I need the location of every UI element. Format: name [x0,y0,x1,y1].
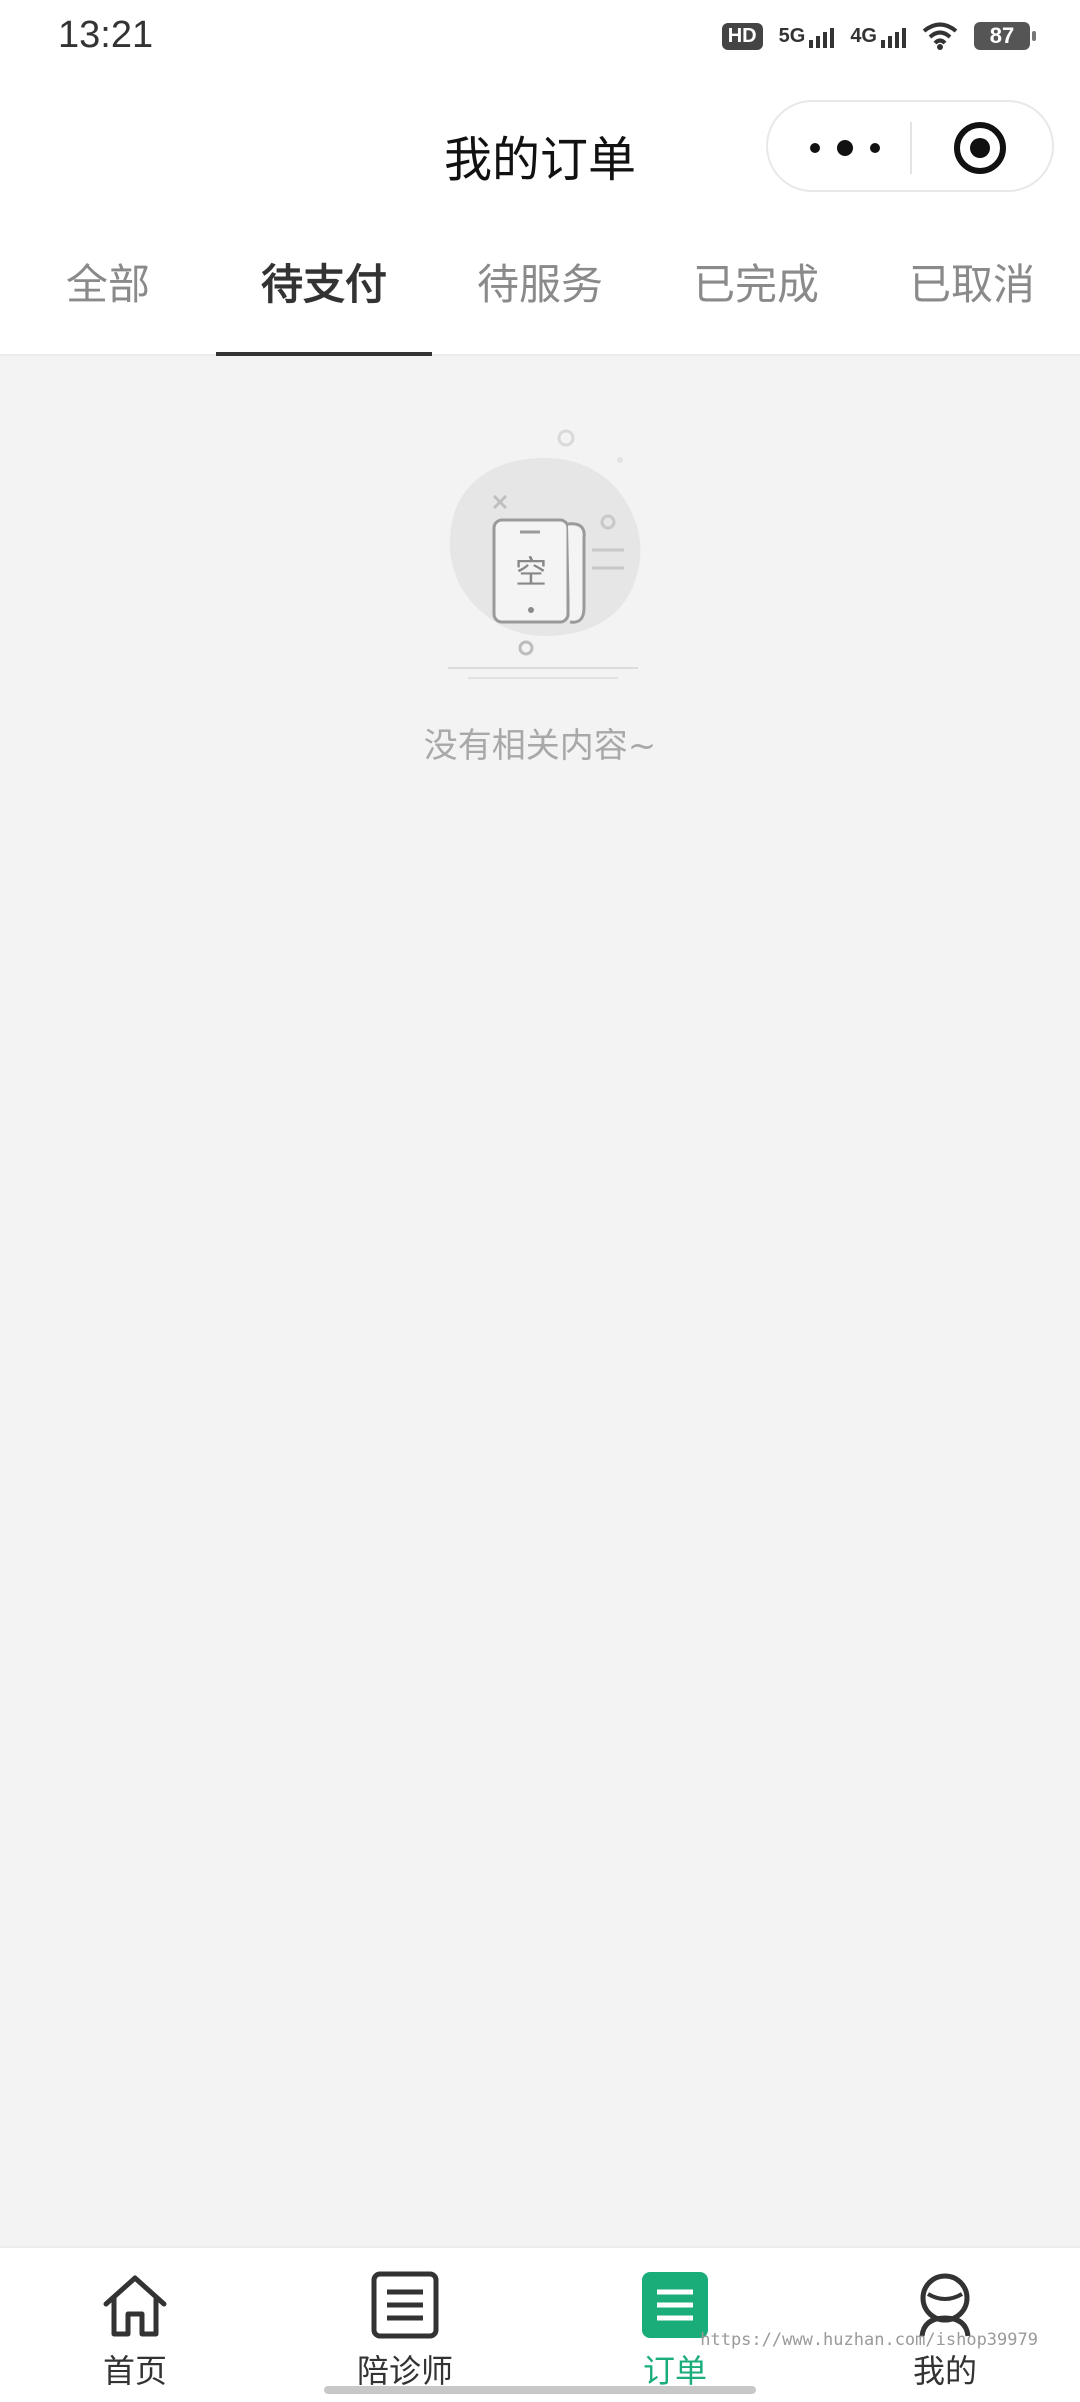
net-label-4g: 4G [850,24,877,47]
tab-pending-service[interactable]: 待服务 [432,220,648,354]
status-icons: HD 5G 4G 87 [721,22,1036,50]
tab-completed[interactable]: 已完成 [648,220,864,354]
wifi-icon [922,22,958,50]
empty-state-icon: 空 [448,429,641,679]
signal-4g-icon: 4G [850,25,906,48]
tabbar-label-mine: 我的 [912,2352,977,2390]
home-indicator[interactable] [324,2386,756,2394]
tabbar-item-home[interactable]: 首页 [0,2248,270,2402]
more-icon[interactable] [810,140,880,156]
close-mini-program-icon[interactable] [954,122,1006,174]
battery-icon: 87 [974,22,1036,50]
empty-glyph: 空 [515,553,547,591]
tab-cancelled[interactable]: 已取消 [864,220,1080,354]
empty-message: 没有相关内容~ [423,726,657,766]
bottom-tab-bar: 首页 陪诊师 订单 我的 [0,2246,1080,2402]
net-label-5g: 5G [778,24,806,47]
home-icon [103,2275,167,2337]
tabbar-item-orders[interactable]: 订单 [540,2248,810,2402]
tabbar-item-companion[interactable]: 陪诊师 [270,2248,540,2402]
status-bar: 13:21 HD 5G 4G 87 [0,0,1080,80]
order-status-tabs: 全部 待支付 待服务 已完成 已取消 [0,220,1080,356]
tabbar-label-home: 首页 [102,2352,167,2390]
list-icon [371,2271,439,2339]
status-time: 13:21 [58,14,154,56]
tab-pending-payment[interactable]: 待支付 [216,220,432,356]
watermark: https://www.huzhan.com/ishop39979 [700,2330,1038,2350]
mini-program-capsule [766,100,1054,192]
capsule-divider [910,122,912,174]
signal-5g-icon: 5G [779,25,835,48]
tabbar-item-mine[interactable]: 我的 [810,2248,1080,2402]
tab-all[interactable]: 全部 [0,220,216,354]
nav-header: 我的订单 [0,80,1080,220]
hd-icon: HD [721,22,763,50]
